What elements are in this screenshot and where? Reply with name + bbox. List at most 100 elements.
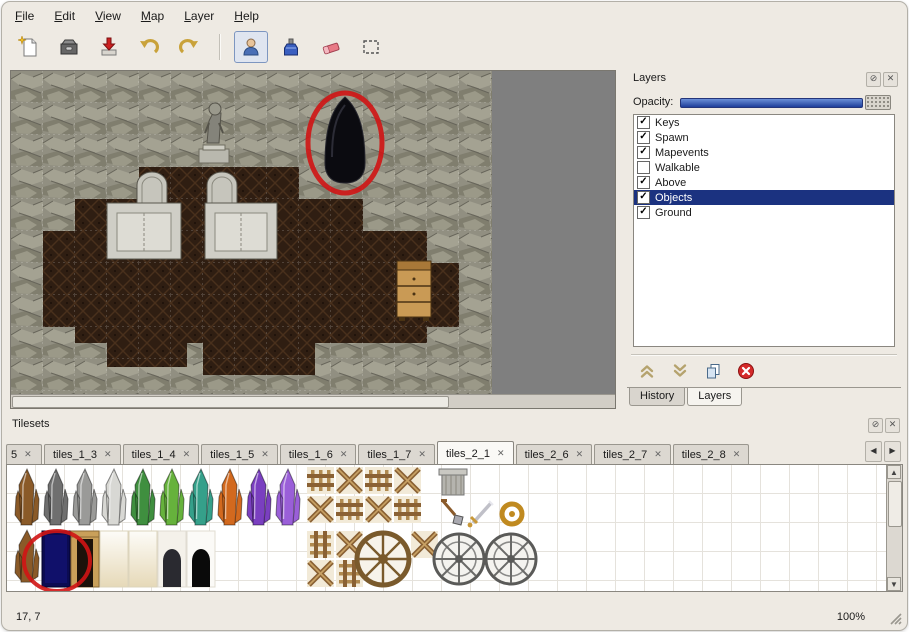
menu-help[interactable]: Help	[225, 6, 268, 26]
selected-tile[interactable]	[42, 531, 70, 587]
scroll-down-icon[interactable]: ▼	[887, 577, 901, 591]
tileset-tab[interactable]: tiles_2_6 ✕	[516, 444, 593, 464]
layer-row-walkable[interactable]: Walkable	[634, 160, 894, 175]
tileset-vertical-scrollbar[interactable]: ▲ ▼	[886, 465, 902, 591]
select-tool-icon	[360, 36, 382, 58]
tileset-tab-label: tiles_1_4	[132, 449, 176, 461]
move-layer-up-button[interactable]	[637, 361, 657, 381]
tileset-tab[interactable]: 5 ✕	[6, 444, 42, 464]
panel-separator	[631, 354, 897, 356]
tileset-tab[interactable]: tiles_1_6 ✕	[280, 444, 357, 464]
scroll-up-icon[interactable]: ▲	[887, 465, 901, 479]
layer-name: Above	[655, 177, 686, 189]
layer-row-objects[interactable]: Objects	[634, 190, 894, 205]
layer-name: Keys	[655, 117, 679, 129]
float-panel-icon[interactable]: ⊘	[868, 418, 883, 433]
tab-close-icon[interactable]: ✕	[576, 449, 584, 460]
tab-close-icon[interactable]: ✕	[340, 449, 348, 460]
select-tool-button[interactable]	[354, 31, 388, 63]
wooden-wheel-tile[interactable]	[357, 533, 409, 585]
close-panel-icon[interactable]: ✕	[883, 72, 898, 87]
eraser-tool-button[interactable]	[314, 31, 348, 63]
layer-visibility-checkbox[interactable]	[637, 206, 650, 219]
layer-visibility-checkbox[interactable]	[637, 176, 650, 189]
tileset-tab-label: tiles_1_6	[289, 449, 333, 461]
tileset-tab[interactable]: tiles_2_7 ✕	[594, 444, 671, 464]
move-layer-down-button[interactable]	[670, 361, 690, 381]
column-capital-tile[interactable]	[439, 469, 467, 495]
fill-tool-button[interactable]	[274, 31, 308, 63]
undo-button[interactable]	[132, 31, 166, 63]
wagon-wheel-tile[interactable]	[486, 534, 536, 584]
tab-layers[interactable]: Layers	[687, 388, 742, 406]
pale-tile[interactable]	[129, 531, 157, 587]
tab-close-icon[interactable]: ✕	[418, 449, 426, 460]
layer-visibility-checkbox[interactable]	[637, 161, 650, 174]
tab-history[interactable]: History	[629, 388, 685, 406]
close-panel-icon[interactable]: ✕	[885, 418, 900, 433]
save-button[interactable]	[92, 31, 126, 63]
layer-visibility-checkbox[interactable]	[637, 131, 650, 144]
layer-visibility-checkbox[interactable]	[637, 146, 650, 159]
layer-visibility-checkbox[interactable]	[637, 191, 650, 204]
map-hscroll-thumb[interactable]	[12, 396, 449, 408]
new-file-icon	[18, 36, 40, 58]
tab-close-icon[interactable]: ✕	[104, 449, 112, 460]
tileset-canvas[interactable]	[7, 465, 887, 591]
tab-nav: ◀ ▶	[865, 441, 903, 464]
chevron-up-icon	[638, 362, 656, 380]
tileset-tab[interactable]: tiles_1_4 ✕	[123, 444, 200, 464]
pale-tile[interactable]	[100, 531, 128, 587]
tab-scroll-right-button[interactable]: ▶	[884, 441, 901, 462]
opacity-slider-handle[interactable]	[865, 95, 891, 110]
menu-map[interactable]: Map	[132, 6, 173, 26]
tileset-tab[interactable]: tiles_2_8 ✕	[673, 444, 750, 464]
tab-close-icon[interactable]: ✕	[654, 449, 662, 460]
undo-icon	[138, 36, 160, 58]
arch-tile-gray[interactable]	[158, 531, 186, 587]
menu-view[interactable]: View	[86, 6, 130, 26]
layer-row-spawn[interactable]: Spawn	[634, 130, 894, 145]
wagon-wheel-tile[interactable]	[434, 534, 484, 584]
tileset-tab[interactable]: tiles_1_5 ✕	[201, 444, 278, 464]
tileset-tab[interactable]: tiles_1_3 ✕	[44, 444, 121, 464]
layer-row-mapevents[interactable]: Mapevents	[634, 145, 894, 160]
tileset-vscroll-thumb[interactable]	[888, 481, 902, 527]
layer-visibility-checkbox[interactable]	[637, 116, 650, 129]
tileset-content[interactable]: ▲ ▼	[6, 464, 903, 592]
new-file-button[interactable]	[12, 31, 46, 63]
layer-row-keys[interactable]: Keys	[634, 115, 894, 130]
menu-layer[interactable]: Layer	[175, 6, 223, 26]
map-horizontal-scrollbar[interactable]	[11, 394, 615, 408]
menu-file[interactable]: File	[6, 6, 43, 26]
layer-name: Objects	[655, 192, 692, 204]
stamp-tool-button[interactable]	[234, 31, 268, 63]
tab-close-icon[interactable]: ✕	[497, 448, 505, 459]
tab-close-icon[interactable]: ✕	[183, 449, 191, 460]
layer-row-above[interactable]: Above	[634, 175, 894, 190]
layers-panel-title: Layers	[633, 72, 666, 84]
redo-button[interactable]	[172, 31, 206, 63]
layer-row-ground[interactable]: Ground	[634, 205, 894, 220]
tab-scroll-left-button[interactable]: ◀	[865, 441, 882, 462]
menu-edit[interactable]: Edit	[45, 6, 84, 26]
map-viewport[interactable]	[10, 70, 616, 409]
tileset-tab[interactable]: tiles_2_1 ✕	[437, 441, 514, 465]
save-icon	[98, 36, 120, 58]
float-panel-icon[interactable]: ⊘	[866, 72, 881, 87]
opacity-slider[interactable]	[680, 98, 863, 108]
tab-close-icon[interactable]: ✕	[24, 449, 32, 460]
tileset-tab-label: tiles_1_3	[53, 449, 97, 461]
tileset-tab[interactable]: tiles_1_7 ✕	[358, 444, 435, 464]
fill-tool-icon	[280, 36, 302, 58]
duplicate-layer-button[interactable]	[703, 361, 723, 381]
map-canvas[interactable]	[11, 71, 492, 397]
delete-layer-button[interactable]	[736, 361, 756, 381]
resize-grip[interactable]	[889, 612, 903, 626]
arch-tile-black[interactable]	[187, 531, 215, 587]
layer-list: Keys Spawn Mapevents Walkable Above Obje…	[633, 114, 895, 347]
tab-close-icon[interactable]: ✕	[733, 449, 741, 460]
layers-panel: Layers ⊘ ✕ Opacity: Keys Spawn Mapevents…	[627, 70, 901, 415]
open-button[interactable]	[52, 31, 86, 63]
tab-close-icon[interactable]: ✕	[261, 449, 269, 460]
